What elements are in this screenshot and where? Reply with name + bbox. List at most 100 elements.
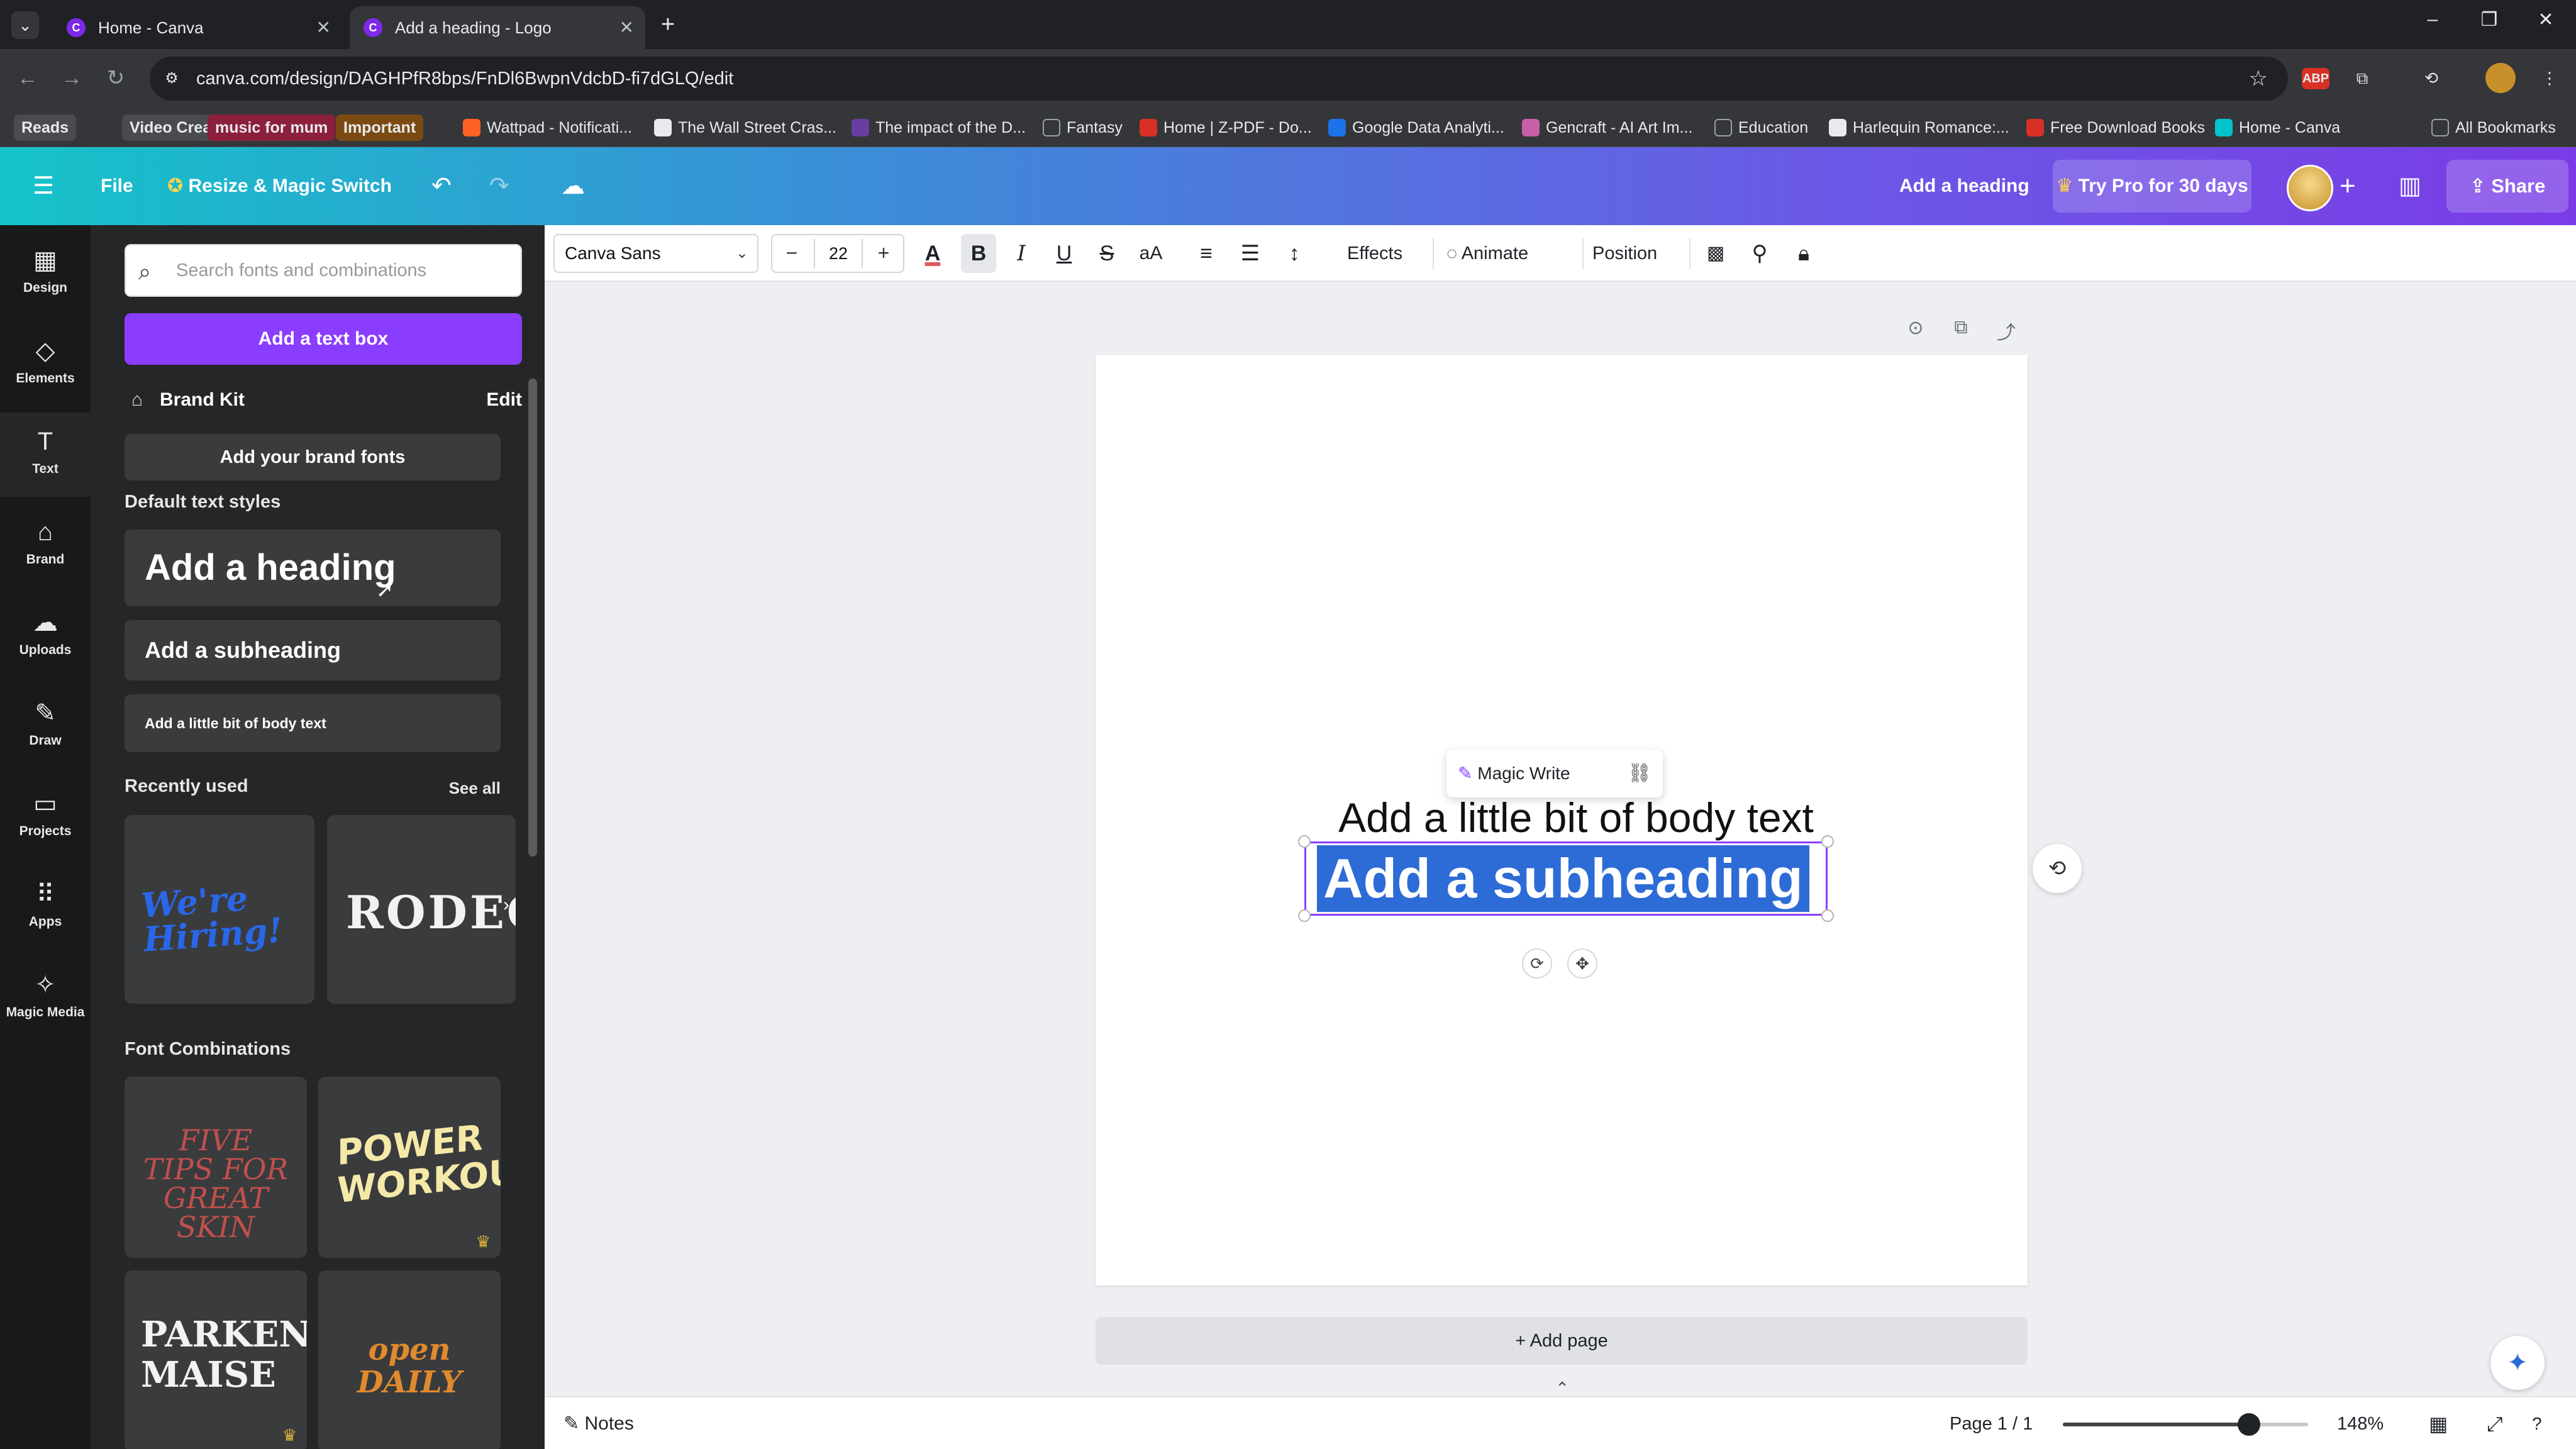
rail-item-text[interactable]: T Text bbox=[0, 413, 91, 497]
animate-button[interactable]: ◌ Animate bbox=[1446, 234, 1528, 273]
spacing-icon[interactable]: ↕ bbox=[1277, 234, 1312, 273]
chevron-up-icon[interactable]: ⌃ bbox=[1551, 1379, 1574, 1398]
brand-kit-edit-link[interactable]: Edit bbox=[486, 381, 522, 419]
effects-button[interactable]: Effects bbox=[1347, 234, 1402, 273]
font-search-input[interactable]: ⌕ Search fonts and combinations bbox=[125, 244, 522, 297]
browser-tab-home[interactable]: C Home - Canva ✕ bbox=[53, 6, 342, 49]
restore-icon[interactable]: ❐ bbox=[2470, 9, 2508, 31]
main-menu-icon[interactable]: ☰ bbox=[33, 147, 54, 225]
bookmark-item[interactable]: Gencraft - AI Art Im... bbox=[1522, 114, 1692, 141]
zoom-slider[interactable] bbox=[2063, 1413, 2308, 1436]
panel-scrollbar[interactable] bbox=[526, 360, 540, 1448]
url-text[interactable]: canva.com/design/DAGHPfR8bps/FnDl6BwpnVd… bbox=[196, 57, 733, 101]
file-menu[interactable]: File bbox=[101, 147, 133, 225]
fullscreen-icon[interactable]: ⤢ bbox=[2487, 1397, 2503, 1449]
bookmark-item[interactable]: Home - Canva bbox=[2215, 114, 2340, 141]
link-icon[interactable]: ⛓ bbox=[1628, 750, 1652, 797]
font-combo-thumb[interactable]: POWER WORKOUT ♛ bbox=[318, 1077, 501, 1258]
underline-icon[interactable]: U bbox=[1046, 234, 1082, 273]
add-brand-fonts-button[interactable]: Add your brand fonts bbox=[125, 434, 501, 480]
notes-button[interactable]: ✎ Notes bbox=[564, 1397, 634, 1449]
redo-icon[interactable]: ↷ bbox=[489, 147, 509, 225]
bookmark-item[interactable]: Home | Z-PDF - Do... bbox=[1140, 114, 1312, 141]
add-page-icon[interactable]: ⤴ bbox=[1992, 317, 2020, 345]
font-combo-thumb[interactable]: PARKEN MAISE ♛ bbox=[125, 1270, 307, 1449]
try-pro-button[interactable]: ♛ Try Pro for 30 days bbox=[2053, 160, 2251, 213]
zoom-slider-knob[interactable] bbox=[2238, 1413, 2261, 1436]
add-text-box-button[interactable]: Add a text box bbox=[125, 313, 522, 365]
resize-magic-switch-button[interactable]: ✪ Resize & Magic Switch bbox=[167, 147, 392, 225]
canvas-body-text[interactable]: Add a little bit of body text bbox=[1299, 794, 1853, 841]
magic-write-button[interactable]: ✎ Magic Write bbox=[1458, 750, 1570, 797]
font-size-value[interactable]: 22 bbox=[814, 239, 863, 268]
bookmark-item[interactable]: Important bbox=[336, 114, 424, 141]
scrollbar-thumb[interactable] bbox=[528, 379, 537, 857]
recent-font-thumb[interactable]: We're Hiring! bbox=[125, 815, 314, 1004]
tab-search-icon[interactable]: ⌄ bbox=[11, 11, 39, 39]
bookmark-item[interactable]: Harlequin Romance:... bbox=[1829, 114, 2009, 141]
font-combo-thumb[interactable]: FIVE TIPS FOR GREAT SKIN bbox=[125, 1077, 307, 1258]
zoom-level[interactable]: 148% bbox=[2337, 1397, 2384, 1449]
close-tab-icon[interactable]: ✕ bbox=[619, 6, 634, 49]
italic-icon[interactable]: I bbox=[1004, 234, 1039, 273]
see-all-link[interactable]: See all bbox=[449, 779, 501, 798]
bookmark-item[interactable]: Free Download Books bbox=[2026, 114, 2205, 141]
design-title[interactable]: Add a heading bbox=[1899, 147, 2029, 225]
bookmark-item[interactable]: The Wall Street Cras... bbox=[654, 114, 836, 141]
rail-item-brand[interactable]: ⌂ Brand bbox=[0, 503, 91, 587]
rail-item-design[interactable]: ▦ Design bbox=[0, 231, 91, 316]
bookmark-item[interactable]: The impact of the D... bbox=[852, 114, 1026, 141]
undo-icon[interactable]: ↶ bbox=[431, 147, 452, 225]
rail-item-magic-media[interactable]: ✧ Magic Media bbox=[0, 956, 91, 1040]
list-icon[interactable]: ☰ bbox=[1233, 234, 1268, 273]
align-center-icon[interactable]: ≡ bbox=[1189, 234, 1224, 273]
font-family-select[interactable]: Canva Sans ⌄ bbox=[553, 234, 758, 273]
bookmark-item[interactable]: Education bbox=[1714, 114, 1808, 141]
bookmark-item[interactable]: Reads bbox=[14, 114, 77, 141]
increase-size-button[interactable]: + bbox=[864, 235, 903, 272]
strikethrough-icon[interactable]: S bbox=[1089, 234, 1124, 273]
rail-item-projects[interactable]: ▭ Projects bbox=[0, 775, 91, 859]
lock-page-icon[interactable]: ⊙ bbox=[1902, 317, 1929, 339]
add-collaborator-icon[interactable]: + bbox=[2340, 147, 2356, 225]
next-arrow-icon[interactable]: › bbox=[503, 894, 509, 916]
add-page-button[interactable]: + Add page bbox=[1096, 1317, 2028, 1365]
close-tab-icon[interactable]: ✕ bbox=[316, 6, 331, 49]
decrease-size-button[interactable]: − bbox=[772, 235, 811, 272]
duplicate-page-icon[interactable]: ⧉ bbox=[1947, 317, 1975, 338]
letter-case-icon[interactable]: aA bbox=[1132, 234, 1170, 273]
back-arrow-icon[interactable]: ← bbox=[13, 63, 43, 93]
rail-item-elements[interactable]: ◇ Elements bbox=[0, 322, 91, 406]
rail-item-uploads[interactable]: ☁ Uploads bbox=[0, 594, 91, 678]
reload-icon[interactable]: ↻ bbox=[101, 63, 131, 93]
resize-handle[interactable] bbox=[1298, 835, 1311, 848]
add-body-text-button[interactable]: Add a little bit of body text bbox=[125, 694, 501, 752]
adblock-extension-icon[interactable]: ABP bbox=[2302, 68, 2329, 89]
minimize-icon[interactable]: – bbox=[2414, 9, 2451, 30]
bookmark-item[interactable]: music for mum bbox=[208, 114, 336, 141]
profile-avatar-icon[interactable] bbox=[2485, 63, 2516, 93]
recent-font-thumb[interactable]: RODEO › bbox=[327, 815, 516, 1004]
bold-icon[interactable]: B bbox=[961, 234, 996, 273]
position-button[interactable]: Position bbox=[1592, 234, 1657, 273]
user-avatar[interactable] bbox=[2287, 165, 2333, 211]
canva-assistant-icon[interactable]: ✦ bbox=[2490, 1336, 2545, 1390]
help-icon[interactable]: ? bbox=[2532, 1397, 2542, 1449]
bookmark-item[interactable]: Wattpad - Notificati... bbox=[463, 114, 632, 141]
all-bookmarks[interactable]: All Bookmarks bbox=[2431, 114, 2556, 141]
transparency-icon[interactable]: ▩ bbox=[1698, 234, 1733, 273]
bookmark-item[interactable]: Fantasy bbox=[1043, 114, 1123, 141]
new-tab-button[interactable]: + bbox=[654, 11, 682, 39]
paint-format-icon[interactable]: ⚲ bbox=[1742, 234, 1777, 273]
history-icon[interactable]: ⟲ bbox=[2416, 63, 2446, 93]
close-window-icon[interactable]: ✕ bbox=[2527, 9, 2565, 31]
resize-handle[interactable] bbox=[1821, 909, 1834, 922]
resize-handle[interactable] bbox=[1821, 835, 1834, 848]
forward-arrow-icon[interactable]: → bbox=[57, 63, 87, 93]
page-indicator[interactable]: Page 1 / 1 bbox=[1950, 1397, 2033, 1449]
bookmark-item[interactable]: Google Data Analyti... bbox=[1328, 114, 1504, 141]
cloud-save-icon[interactable]: ☁ bbox=[561, 147, 585, 225]
text-color-icon[interactable]: A bbox=[918, 234, 947, 273]
lock-icon[interactable]: 🔒︎ bbox=[1786, 234, 1821, 273]
refresh-suggestions-icon[interactable]: ⟲ bbox=[2033, 844, 2082, 893]
